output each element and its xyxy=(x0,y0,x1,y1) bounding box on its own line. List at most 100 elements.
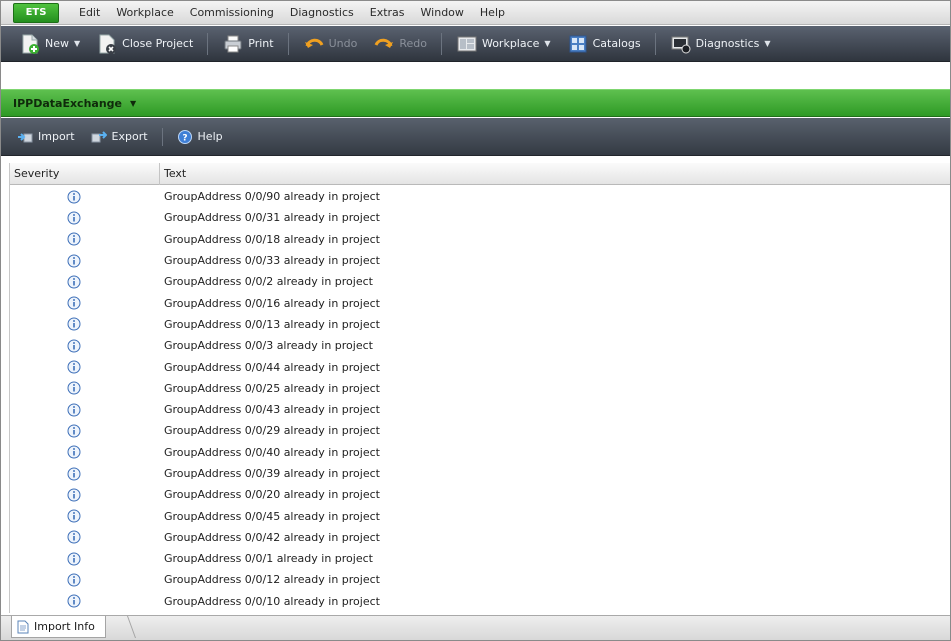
undo-button[interactable]: Undo xyxy=(295,30,366,58)
menu-window[interactable]: Window xyxy=(413,1,472,25)
severity-cell xyxy=(10,275,160,289)
message-text: GroupAddress 0/0/90 already in project xyxy=(164,190,380,204)
close-project-label: Close Project xyxy=(122,37,194,50)
export-button[interactable]: Export xyxy=(83,124,156,150)
info-icon xyxy=(67,360,81,374)
undo-label: Undo xyxy=(328,37,358,50)
import-icon xyxy=(17,129,33,145)
severity-cell xyxy=(10,594,160,608)
diagnostics-icon xyxy=(670,33,692,55)
message-text: GroupAddress 0/0/42 already in project xyxy=(164,530,380,544)
menu-bar: ETS Edit Workplace Commissioning Diagnos… xyxy=(1,1,950,25)
table-row[interactable]: GroupAddress 0/0/90 already in project xyxy=(10,186,950,207)
message-text: GroupAddress 0/0/44 already in project xyxy=(164,360,380,374)
message-text: GroupAddress 0/0/43 already in project xyxy=(164,403,380,417)
severity-cell xyxy=(10,360,160,374)
table-row[interactable]: GroupAddress 0/0/18 already in project xyxy=(10,229,950,250)
message-text: GroupAddress 0/0/10 already in project xyxy=(164,594,380,608)
column-header-severity[interactable]: Severity xyxy=(10,163,160,185)
table-row[interactable]: GroupAddress 0/0/13 already in project xyxy=(10,314,950,335)
toolbar-separator xyxy=(654,32,656,55)
severity-cell xyxy=(10,424,160,438)
info-icon xyxy=(67,211,81,225)
workplace-button[interactable]: Workplace ▼ xyxy=(448,30,559,58)
menu-diagnostics[interactable]: Diagnostics xyxy=(282,1,362,25)
table-row[interactable]: GroupAddress 0/0/31 already in project xyxy=(10,207,950,228)
message-text: GroupAddress 0/0/13 already in project xyxy=(164,317,380,331)
info-icon xyxy=(67,381,81,395)
info-icon xyxy=(67,275,81,289)
menu-edit[interactable]: Edit xyxy=(71,1,108,25)
tab-import-info[interactable]: Import Info xyxy=(11,616,106,638)
tab-divider xyxy=(126,616,150,638)
table-row[interactable]: GroupAddress 0/0/20 already in project xyxy=(10,484,950,505)
severity-cell xyxy=(10,211,160,225)
module-toolbar: Import Export ? Help xyxy=(1,118,950,156)
import-info-grid: Severity Text GroupAddress 0/0/90 alread… xyxy=(9,163,950,613)
toolbar-separator xyxy=(161,127,163,146)
severity-cell xyxy=(10,232,160,246)
info-icon xyxy=(67,254,81,268)
table-row[interactable]: GroupAddress 0/0/44 already in project xyxy=(10,356,950,377)
severity-cell xyxy=(10,467,160,481)
toolbar-separator xyxy=(440,32,442,55)
menu-workplace[interactable]: Workplace xyxy=(108,1,181,25)
redo-button[interactable]: Redo xyxy=(365,30,435,58)
table-row[interactable]: GroupAddress 0/0/45 already in project xyxy=(10,505,950,526)
table-row[interactable]: GroupAddress 0/0/16 already in project xyxy=(10,292,950,313)
severity-cell xyxy=(10,488,160,502)
message-text: GroupAddress 0/0/18 already in project xyxy=(164,232,380,246)
diagnostics-button[interactable]: Diagnostics ▼ xyxy=(662,30,779,58)
document-icon xyxy=(16,620,30,634)
info-icon xyxy=(67,424,81,438)
chevron-down-icon[interactable]: ▼ xyxy=(130,99,136,108)
print-label: Print xyxy=(248,37,274,50)
table-row[interactable]: GroupAddress 0/0/1 already in project xyxy=(10,548,950,569)
help-icon: ? xyxy=(177,129,193,145)
menu-help[interactable]: Help xyxy=(472,1,513,25)
table-row[interactable]: GroupAddress 0/0/25 already in project xyxy=(10,378,950,399)
severity-cell xyxy=(10,381,160,395)
table-row[interactable]: GroupAddress 0/0/42 already in project xyxy=(10,527,950,548)
message-text: GroupAddress 0/0/12 already in project xyxy=(164,573,380,587)
help-button[interactable]: ? Help xyxy=(169,124,231,150)
table-row[interactable]: GroupAddress 0/0/2 already in project xyxy=(10,271,950,292)
import-button[interactable]: Import xyxy=(9,124,83,150)
table-row[interactable]: GroupAddress 0/0/39 already in project xyxy=(10,463,950,484)
grid-header: Severity Text xyxy=(10,163,950,185)
menu-commissioning[interactable]: Commissioning xyxy=(182,1,282,25)
table-row[interactable]: GroupAddress 0/0/29 already in project xyxy=(10,420,950,441)
info-icon xyxy=(67,573,81,587)
message-text: GroupAddress 0/0/25 already in project xyxy=(164,381,380,395)
severity-cell xyxy=(10,403,160,417)
message-text: GroupAddress 0/0/1 already in project xyxy=(164,552,373,566)
message-text: GroupAddress 0/0/20 already in project xyxy=(164,488,380,502)
table-row[interactable]: GroupAddress 0/0/33 already in project xyxy=(10,250,950,271)
close-project-button[interactable]: Close Project xyxy=(88,30,201,58)
severity-cell xyxy=(10,445,160,459)
catalogs-button[interactable]: Catalogs xyxy=(559,30,649,58)
menu-extras[interactable]: Extras xyxy=(362,1,413,25)
new-button[interactable]: New ▼ xyxy=(11,30,88,58)
new-project-icon xyxy=(19,33,41,55)
message-text: GroupAddress 0/0/33 already in project xyxy=(164,254,380,268)
info-icon xyxy=(67,552,81,566)
table-row[interactable]: GroupAddress 0/0/12 already in project xyxy=(10,569,950,590)
undo-icon xyxy=(303,33,325,55)
workplace-label: Workplace xyxy=(481,37,540,50)
column-header-text[interactable]: Text xyxy=(160,163,950,185)
info-icon xyxy=(67,317,81,331)
table-row[interactable]: GroupAddress 0/0/10 already in project xyxy=(10,591,950,612)
severity-cell xyxy=(10,317,160,331)
table-row[interactable]: GroupAddress 0/0/43 already in project xyxy=(10,399,950,420)
module-title[interactable]: IPPDataExchange xyxy=(13,97,122,110)
table-row[interactable]: GroupAddress 0/0/40 already in project xyxy=(10,442,950,463)
table-row[interactable]: GroupAddress 0/0/3 already in project xyxy=(10,335,950,356)
print-button[interactable]: Print xyxy=(214,30,281,58)
app-menu-button[interactable]: ETS xyxy=(13,2,59,23)
import-label: Import xyxy=(38,130,75,143)
message-text: GroupAddress 0/0/40 already in project xyxy=(164,445,380,459)
export-label: Export xyxy=(111,130,148,143)
new-button-label: New xyxy=(45,37,69,50)
info-icon xyxy=(67,190,81,204)
